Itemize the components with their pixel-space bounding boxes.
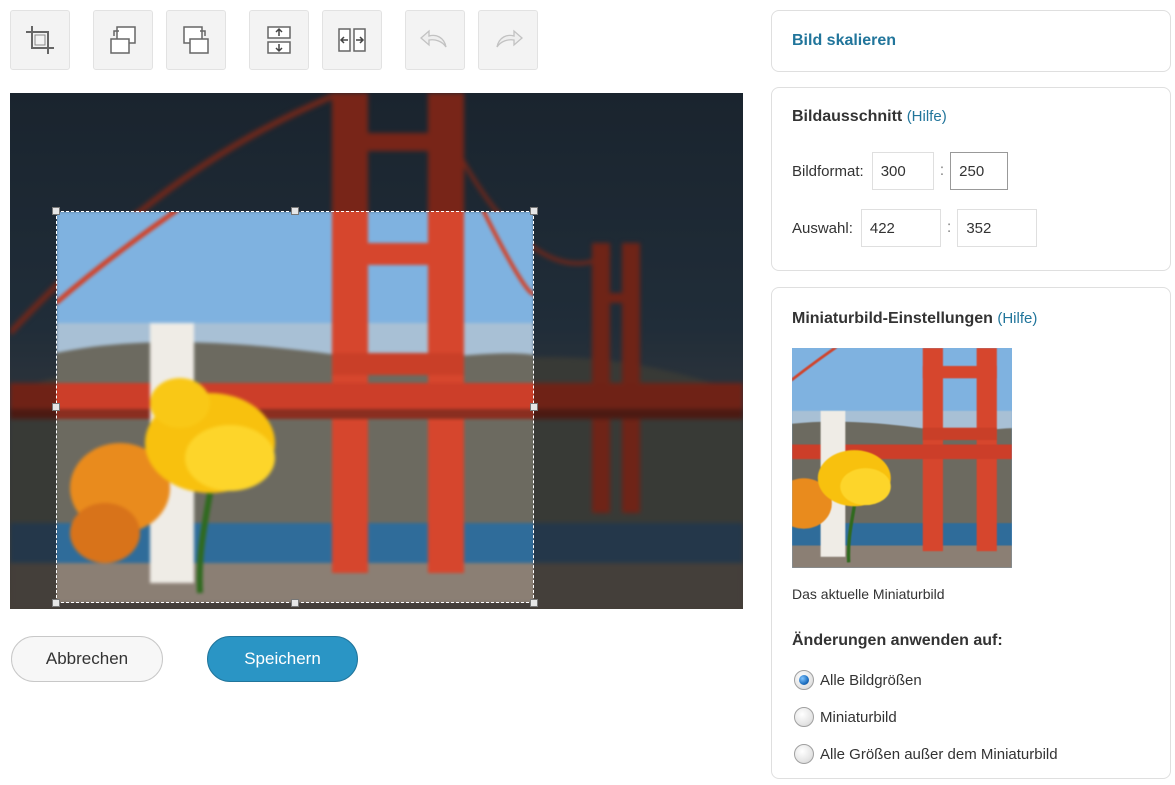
apply-option-except-thumbnail[interactable]: Alle Größen außer dem Miniaturbild xyxy=(794,744,1058,764)
undo-button[interactable] xyxy=(405,10,465,70)
aspect-separator: : xyxy=(939,162,945,179)
crop-handle-e[interactable] xyxy=(530,403,538,411)
crop-handle-nw[interactable] xyxy=(52,207,60,215)
flip-horizontal-button[interactable] xyxy=(322,10,382,70)
redo-icon xyxy=(496,29,523,48)
crop-dim-right xyxy=(534,211,743,603)
crop-dim-bottom xyxy=(10,603,743,609)
crop-handle-ne[interactable] xyxy=(530,207,538,215)
crop-handle-se[interactable] xyxy=(530,599,538,607)
flip-vertical-icon xyxy=(267,26,291,54)
scale-panel-title[interactable]: Bild skalieren xyxy=(792,32,896,50)
save-button[interactable]: Speichern xyxy=(207,636,358,682)
aspect-height-input[interactable]: 250 xyxy=(950,152,1009,190)
image-crop-canvas[interactable] xyxy=(10,93,743,609)
thumbnail-panel-header: Miniaturbild-Einstellungen (Hilfe) xyxy=(792,310,1037,328)
rotate-right-button[interactable] xyxy=(166,10,226,70)
radio-thumbnail[interactable] xyxy=(794,707,814,727)
thumbnail-panel: Miniaturbild-Einstellungen (Hilfe) Das a… xyxy=(771,287,1171,779)
radio-except-thumbnail-label: Alle Größen außer dem Miniaturbild xyxy=(820,745,1058,763)
crop-panel-title: Bildausschnitt xyxy=(792,108,903,125)
cancel-button[interactable]: Abbrechen xyxy=(11,636,163,682)
radio-all-sizes-label: Alle Bildgrößen xyxy=(820,671,922,689)
flip-vertical-button[interactable] xyxy=(249,10,309,70)
crop-handle-s[interactable] xyxy=(291,599,299,607)
rotate-right-icon xyxy=(183,26,209,54)
crop-dim-top xyxy=(10,93,743,211)
selection-size-label: Auswahl: xyxy=(792,219,853,237)
crop-handle-sw[interactable] xyxy=(52,599,60,607)
flip-horizontal-icon xyxy=(338,28,366,52)
crop-handle-n[interactable] xyxy=(291,207,299,215)
thumbnail-help-link[interactable]: (Hilfe) xyxy=(997,310,1037,327)
aspect-ratio-row: Bildformat: 300 : 250 xyxy=(792,152,1009,190)
apply-changes-title: Änderungen anwenden auf: xyxy=(792,632,1003,649)
radio-except-thumbnail[interactable] xyxy=(794,744,814,764)
selection-height-input[interactable]: 352 xyxy=(957,209,1038,247)
crop-selection[interactable] xyxy=(56,211,534,603)
scale-panel[interactable]: Bild skalieren xyxy=(771,10,1171,72)
thumbnail-caption: Das aktuelle Miniaturbild xyxy=(792,586,945,602)
rotate-left-icon xyxy=(110,26,136,54)
apply-option-all[interactable]: Alle Bildgrößen xyxy=(794,670,922,690)
redo-button[interactable] xyxy=(478,10,538,70)
aspect-ratio-label: Bildformat: xyxy=(792,162,864,180)
aspect-width-input[interactable]: 300 xyxy=(871,152,934,190)
crop-panel: Bildausschnitt (Hilfe) Bildformat: 300 :… xyxy=(771,87,1171,271)
thumbnail-preview-image xyxy=(792,348,1012,568)
selection-size-row: Auswahl: 422 : 352 xyxy=(792,209,1038,247)
crop-panel-header: Bildausschnitt (Hilfe) xyxy=(792,108,947,126)
selection-separator: : xyxy=(946,219,952,236)
selection-width-input[interactable]: 422 xyxy=(860,209,941,247)
crop-button[interactable] xyxy=(10,10,70,70)
rotate-left-button[interactable] xyxy=(93,10,153,70)
thumbnail-panel-title: Miniaturbild-Einstellungen xyxy=(792,310,993,327)
radio-thumbnail-label: Miniaturbild xyxy=(820,708,897,726)
crop-handle-w[interactable] xyxy=(52,403,60,411)
radio-all-sizes[interactable] xyxy=(794,670,814,690)
apply-option-thumbnail[interactable]: Miniaturbild xyxy=(794,707,897,727)
crop-dim-left xyxy=(10,211,56,603)
crop-help-link[interactable]: (Hilfe) xyxy=(907,108,947,125)
crop-selection-photo xyxy=(57,212,533,602)
undo-icon xyxy=(420,29,447,48)
crop-icon xyxy=(26,26,54,54)
